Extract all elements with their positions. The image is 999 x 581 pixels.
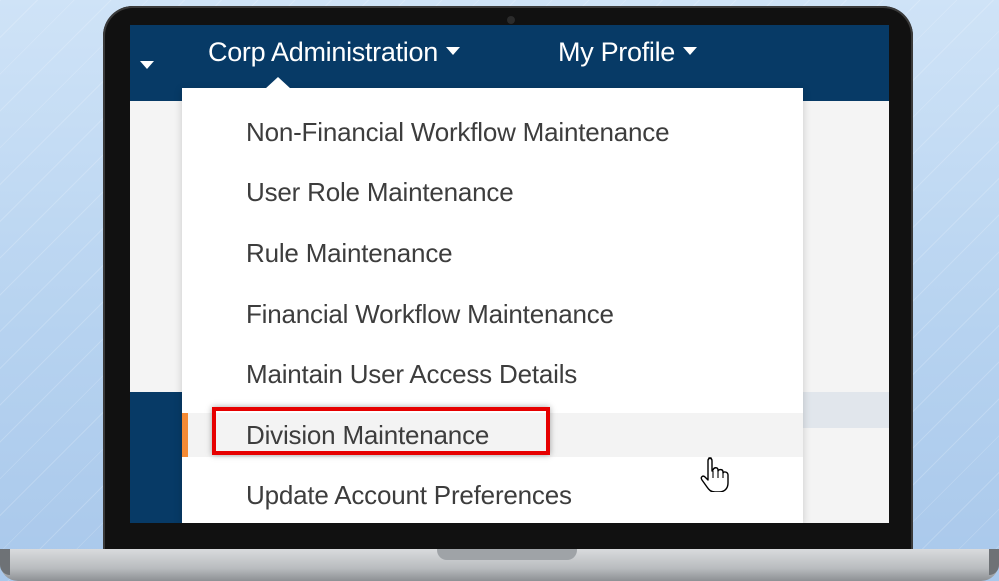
caret-down-icon: [445, 46, 460, 55]
hand-pointer-icon: [700, 457, 729, 492]
nav-label: My Profile: [558, 37, 676, 67]
active-indicator: [182, 413, 188, 457]
nav-label: Corp Administration: [208, 37, 438, 67]
laptop-base-edge: [0, 549, 10, 575]
menu-item-maintain-user-access[interactable]: Maintain User Access Details: [246, 352, 577, 396]
nav-my-profile[interactable]: My Profile: [558, 37, 698, 68]
nav-corp-administration[interactable]: Corp Administration: [208, 37, 460, 68]
laptop-notch: [437, 549, 577, 560]
page-sidebar-block: [130, 392, 182, 523]
caret-down-icon: [683, 46, 698, 55]
screen: Corp Administration My Profile Non-Finan…: [130, 25, 889, 523]
menu-item-rule[interactable]: Rule Maintenance: [246, 231, 453, 275]
menu-item-label: Division Maintenance: [246, 420, 490, 450]
dropdown-pointer: [265, 77, 291, 89]
menu-item-non-financial-workflow[interactable]: Non-Financial Workflow Maintenance: [246, 110, 670, 154]
menu-item-division-maintenance[interactable]: Division Maintenance: [182, 407, 803, 457]
corp-administration-dropdown: Non-Financial Workflow Maintenance User …: [182, 77, 803, 523]
menu-item-update-account-preferences[interactable]: Update Account Preferences: [246, 473, 572, 517]
camera-icon: [507, 16, 515, 24]
menu-item-financial-workflow[interactable]: Financial Workflow Maintenance: [246, 292, 614, 336]
menu-item-user-role[interactable]: User Role Maintenance: [246, 170, 514, 214]
caret-down-icon[interactable]: [140, 61, 154, 69]
